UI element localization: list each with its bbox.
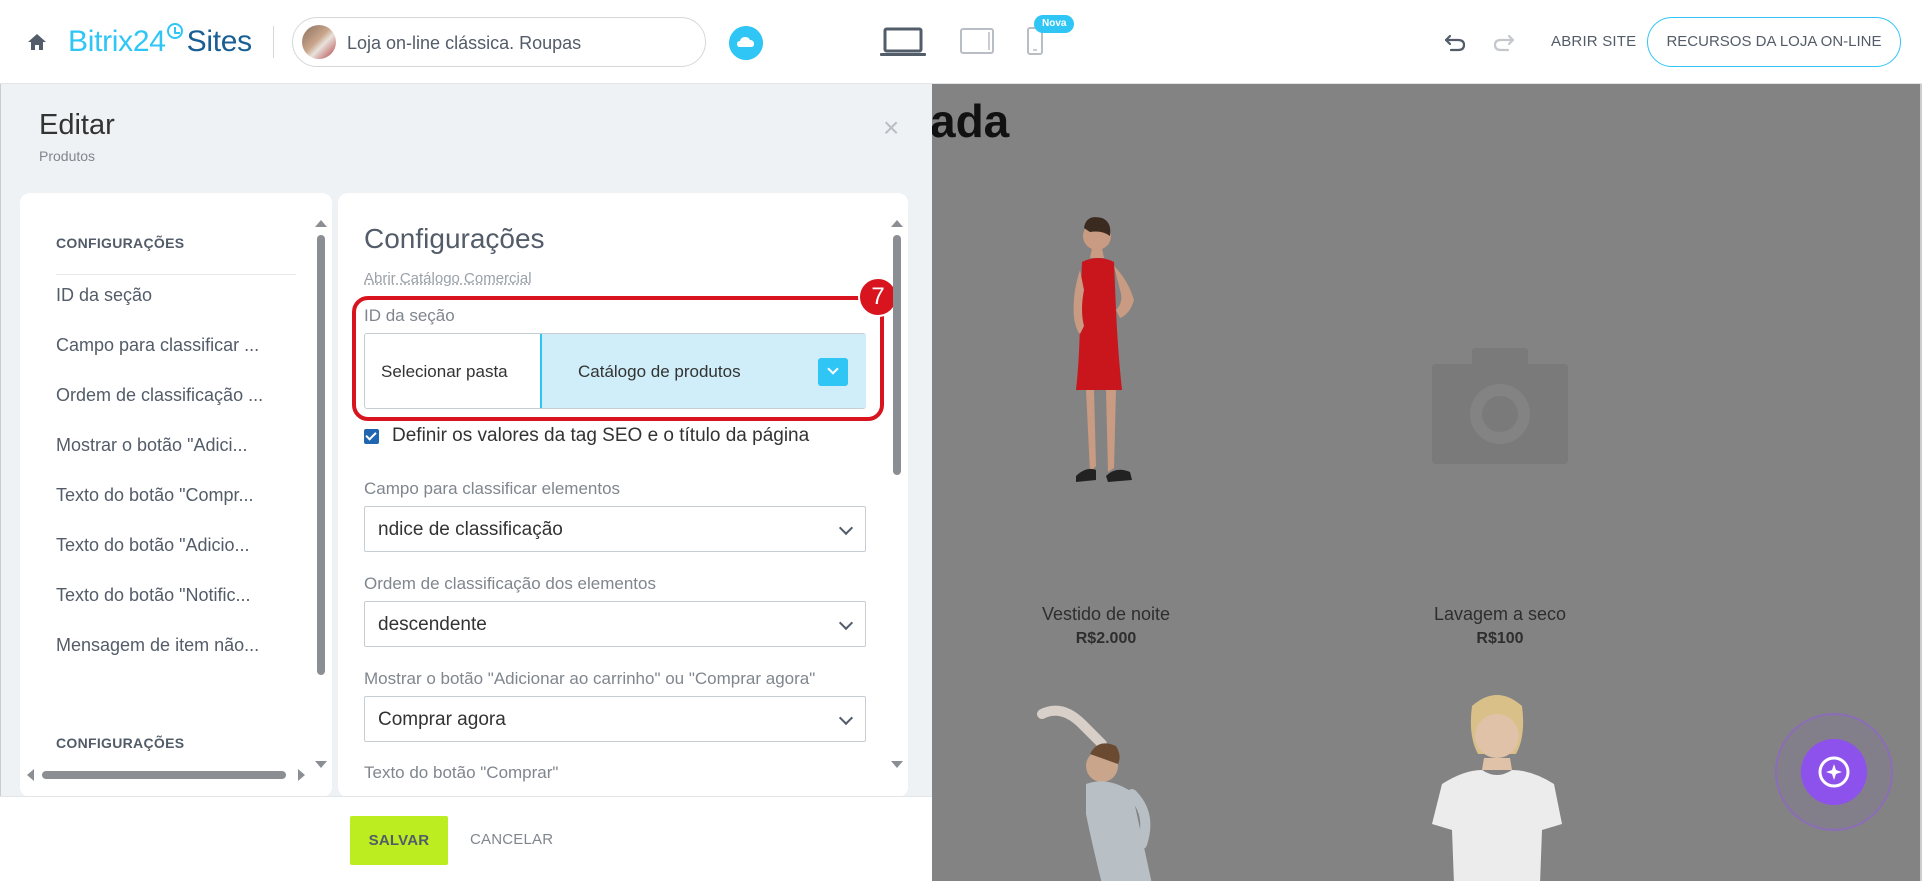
divider xyxy=(56,274,296,275)
settings-form: Configurações Abrir Catálogo Comercial I… xyxy=(338,193,908,797)
seo-checkbox-label[interactable]: Definir os valores da tag SEO e o título… xyxy=(392,425,809,447)
redo-icon[interactable] xyxy=(1492,30,1516,54)
nav-item-sort-field[interactable]: Campo para classificar ... xyxy=(56,335,259,356)
nav-item-message[interactable]: Mensagem de item não... xyxy=(56,635,259,656)
sort-order-label: Ordem de classificação dos elementos xyxy=(364,574,656,593)
preview-heading: ada xyxy=(932,95,1010,147)
logo-sites: Sites xyxy=(186,25,253,58)
logo-bitrix24: Bitrix24 xyxy=(68,25,166,58)
cloud-icon[interactable] xyxy=(729,26,763,60)
sort-field-select[interactable]: ndice de classificação xyxy=(364,506,866,552)
camera-icon[interactable] xyxy=(1432,344,1568,464)
scroll-right-arrow[interactable] xyxy=(298,769,305,781)
nav-item-sort-order[interactable]: Ordem de classificação ... xyxy=(56,385,263,406)
show-button-value: Comprar agora xyxy=(378,709,506,730)
scroll-up-arrow[interactable] xyxy=(891,220,903,227)
scroll-left-arrow[interactable] xyxy=(27,769,34,781)
nav-section-heading-2: CONFIGURAÇÕES xyxy=(56,735,185,751)
tablet-icon[interactable] xyxy=(959,26,995,56)
site-name: Loja on-line clássica. Roupas xyxy=(347,33,582,53)
scrollbar-thumb[interactable] xyxy=(893,235,901,475)
show-button-select[interactable]: Comprar agora xyxy=(364,696,866,742)
product-price: R$2.000 xyxy=(1075,630,1137,647)
scroll-down-arrow[interactable] xyxy=(315,761,327,768)
top-bar: Bitrix24 Sites Loja on-line clássica. Rou… xyxy=(0,0,1922,84)
bitrix24-sites-logo: Bitrix24 Sites xyxy=(68,23,253,60)
undo-icon[interactable] xyxy=(1443,30,1467,54)
step-badge: 7 xyxy=(858,277,898,317)
h-scrollbar-thumb[interactable] xyxy=(42,771,286,779)
scrollbar-thumb[interactable] xyxy=(317,235,325,675)
open-catalog-link[interactable]: Abrir Catálogo Comercial xyxy=(364,270,532,287)
chevron-down-icon xyxy=(838,520,854,536)
product-price: R$100 xyxy=(1476,630,1524,647)
seo-checkbox[interactable] xyxy=(364,429,379,444)
product-photo-dress[interactable] xyxy=(1050,214,1160,514)
nav-section-heading: CONFIGURAÇÕES xyxy=(56,235,185,251)
settings-title: Configurações xyxy=(364,223,545,254)
product-photo-tshirt[interactable] xyxy=(1412,684,1582,881)
show-button-label: Mostrar o botão "Adicionar ao carrinho" … xyxy=(364,669,816,688)
divider xyxy=(273,26,274,58)
callout-highlight xyxy=(352,296,884,421)
new-badge: Nova xyxy=(1034,15,1075,33)
nav-item-show-button[interactable]: Mostrar o botão "Adici... xyxy=(56,435,247,456)
home-icon[interactable] xyxy=(26,32,48,52)
clock-icon xyxy=(166,23,183,39)
sort-field-value: ndice de classificação xyxy=(378,519,563,540)
nav-item-buy-text[interactable]: Texto do botão "Compr... xyxy=(56,485,254,506)
site-preview: ada Vestido de noite R$2.000 Lavagem a s… xyxy=(932,84,1920,881)
product-photo-stretching[interactable] xyxy=(1032,684,1192,881)
store-resources-button[interactable]: RECURSOS DA LOJA ON-LINE xyxy=(1647,17,1901,67)
assistant-icon[interactable] xyxy=(1801,739,1867,805)
chevron-down-icon xyxy=(838,615,854,631)
product-name[interactable]: Vestido de noite xyxy=(981,604,1231,625)
product-name[interactable]: Lavagem a seco xyxy=(1375,604,1625,625)
chevron-down-icon xyxy=(838,710,854,726)
panel-title: Editar xyxy=(39,109,115,141)
site-selector[interactable]: Loja on-line clássica. Roupas xyxy=(292,17,706,67)
nav-item-add-text[interactable]: Texto do botão "Adicio... xyxy=(56,535,250,556)
save-button[interactable]: SALVAR xyxy=(350,816,448,865)
scroll-up-arrow[interactable] xyxy=(315,220,327,227)
nav-item-notify-text[interactable]: Texto do botão "Notific... xyxy=(56,585,251,606)
sort-field-label: Campo para classificar elementos xyxy=(364,479,621,498)
panel-footer xyxy=(0,796,932,881)
cancel-button[interactable]: CANCELAR xyxy=(470,831,553,848)
open-site-link[interactable]: ABRIR SITE xyxy=(1551,33,1636,50)
nav-item-section-id[interactable]: ID da seção xyxy=(56,285,152,306)
settings-nav: CONFIGURAÇÕES ID da seção Campo para cla… xyxy=(20,193,332,797)
close-icon[interactable]: × xyxy=(883,114,899,142)
site-avatar xyxy=(302,25,336,59)
sort-order-value: descendente xyxy=(378,614,487,635)
scroll-down-arrow[interactable] xyxy=(891,761,903,768)
desktop-icon[interactable] xyxy=(879,26,927,60)
sort-order-select[interactable]: descendente xyxy=(364,601,866,647)
buy-text-label: Texto do botão "Comprar" xyxy=(364,763,559,782)
edit-panel: Editar Produtos × CONFIGURAÇÕES ID da se… xyxy=(0,84,932,881)
panel-subtitle: Produtos xyxy=(39,148,96,164)
